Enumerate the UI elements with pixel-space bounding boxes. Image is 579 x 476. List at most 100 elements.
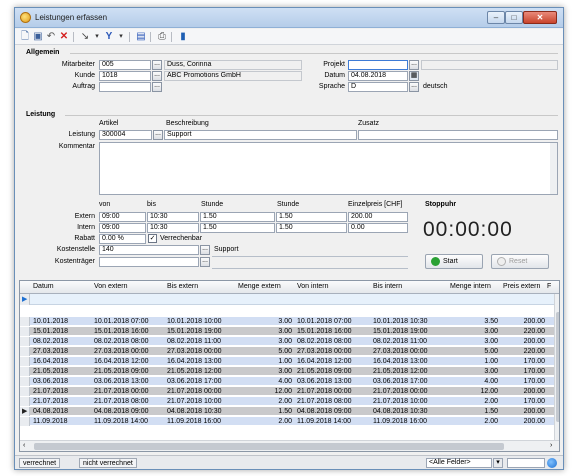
intern-bis-input[interactable]: 10:30 bbox=[147, 223, 199, 233]
search-icon[interactable] bbox=[547, 458, 557, 468]
row-indicator[interactable] bbox=[20, 417, 30, 426]
row-indicator[interactable] bbox=[20, 337, 30, 346]
intern-von-input[interactable]: 09:00 bbox=[99, 223, 146, 233]
search-input[interactable] bbox=[507, 458, 545, 468]
beschreibung-input[interactable]: Support bbox=[164, 130, 357, 140]
grid-vertical-scrollbar[interactable] bbox=[554, 294, 559, 440]
auftrag-input[interactable] bbox=[99, 82, 151, 92]
table-row[interactable]: 21.07.2018 21.07.2018 08:00 21.07.2018 10:… bbox=[20, 397, 554, 406]
scroll-left-icon[interactable]: ‹ bbox=[23, 442, 25, 449]
table-row[interactable]: 15.01.2018 15.01.2018 16:00 15.01.2018 19:… bbox=[20, 327, 554, 336]
sprache-lookup-button[interactable]: ... bbox=[409, 82, 419, 92]
mitarbeiter-input[interactable]: 005 bbox=[99, 60, 151, 70]
table-row[interactable]: 08.02.2018 08.02.2018 08:00 08.02.2018 11:… bbox=[20, 337, 554, 346]
grid-header-von-intern[interactable]: Von intern bbox=[297, 283, 329, 290]
extern-von-input[interactable]: 09:00 bbox=[99, 212, 146, 222]
grid-new-row[interactable]: ▶ bbox=[20, 294, 554, 305]
kostenstelle-input[interactable]: 140 bbox=[99, 245, 199, 255]
grid-header-menge-extern[interactable]: Menge extern bbox=[238, 283, 281, 290]
projekt-input[interactable] bbox=[348, 60, 408, 70]
datum-input[interactable]: 04.08.2018 bbox=[348, 71, 408, 81]
kostenstelle-lookup-button[interactable]: ... bbox=[200, 245, 210, 255]
filter-icon[interactable]: Y bbox=[103, 31, 115, 43]
extern-preis-input[interactable]: 200.00 bbox=[348, 212, 408, 222]
kunde-label: Kunde bbox=[74, 72, 95, 79]
grid-header-bis-intern[interactable]: Bis intern bbox=[373, 283, 402, 290]
field-filter-select[interactable]: <Alle Felder> bbox=[426, 458, 492, 468]
extern-stunde-input[interactable]: 1.50 bbox=[200, 212, 275, 222]
close-button[interactable]: ✕ bbox=[523, 11, 557, 24]
table-row[interactable]: 11.09.2018 11.09.2018 14:00 11.09.2018 16:… bbox=[20, 417, 554, 426]
tab-verrechnet[interactable]: verrechnet bbox=[19, 458, 61, 468]
verrechenbar-checkbox[interactable]: ✓ bbox=[148, 234, 157, 243]
table-row[interactable]: 21.07.2018 21.07.2018 00:00 21.07.2018 00:… bbox=[20, 387, 554, 396]
row-indicator[interactable] bbox=[20, 347, 30, 356]
grid-header-menge-intern[interactable]: Menge intern bbox=[450, 283, 491, 290]
kommentar-textarea[interactable] bbox=[99, 142, 558, 195]
intern-stunde-verr-input[interactable]: 1.50 bbox=[276, 223, 347, 233]
auftrag-lookup-button[interactable]: ... bbox=[152, 82, 162, 92]
save-icon[interactable]: ▣ bbox=[32, 31, 44, 43]
row-indicator[interactable] bbox=[20, 327, 30, 336]
scroll-right-icon[interactable]: › bbox=[550, 442, 552, 449]
cell-menge-extern: 1.50 bbox=[278, 408, 292, 415]
chevron-down-icon[interactable]: ▾ bbox=[91, 31, 103, 43]
rabatt-input[interactable]: 0.00 % bbox=[99, 234, 146, 244]
grid-horizontal-scroll-thumb[interactable] bbox=[34, 443, 504, 450]
grid-header-datum[interactable]: Datum bbox=[33, 283, 54, 290]
artikel-input[interactable]: 300004 bbox=[99, 130, 152, 140]
table-row[interactable]: ▶ 04.08.2018 04.08.2018 09:00 04.08.2018 10… bbox=[20, 407, 554, 416]
tab-nicht-verrechnet[interactable]: nicht verrechnet bbox=[79, 458, 137, 468]
kunde-lookup-button[interactable]: ... bbox=[152, 71, 162, 81]
table-row[interactable]: 03.06.2018 03.06.2018 13:00 03.06.2018 17:… bbox=[20, 377, 554, 386]
undo-icon[interactable]: ↶ bbox=[45, 31, 57, 43]
pointer-icon[interactable]: ↘ bbox=[79, 31, 91, 43]
zusatz-input[interactable] bbox=[358, 130, 558, 140]
reset-button[interactable]: Reset bbox=[491, 254, 549, 269]
table-row[interactable]: 27.03.2018 27.03.2018 00:00 27.03.2018 00:… bbox=[20, 347, 554, 356]
kostentraeger-input[interactable] bbox=[99, 257, 199, 267]
kostentraeger-lookup-button[interactable]: ... bbox=[200, 257, 210, 267]
projekt-lookup-button[interactable]: ... bbox=[409, 60, 419, 70]
kommentar-scrollbar[interactable] bbox=[550, 143, 557, 194]
intern-stunde-input[interactable]: 1.50 bbox=[200, 223, 275, 233]
row-indicator[interactable] bbox=[20, 317, 30, 326]
row-indicator[interactable] bbox=[20, 377, 30, 386]
cell-datum: 21.05.2018 bbox=[33, 368, 69, 375]
table-row[interactable]: 16.04.2018 16.04.2018 12:00 16.04.2018 13:… bbox=[20, 357, 554, 366]
info-icon[interactable]: ▮ bbox=[177, 31, 189, 43]
grid-header-von-extern[interactable]: Von extern bbox=[94, 283, 127, 290]
grid-horizontal-scrollbar[interactable]: ‹ › bbox=[20, 440, 559, 451]
grid-vertical-scroll-thumb[interactable] bbox=[556, 312, 559, 422]
kunde-input[interactable]: 1018 bbox=[99, 71, 151, 81]
calendar-icon[interactable]: ▦ bbox=[409, 71, 419, 81]
grid-header-f[interactable]: F bbox=[547, 283, 551, 290]
artikel-lookup-button[interactable]: ... bbox=[153, 130, 163, 140]
row-indicator[interactable] bbox=[20, 387, 30, 396]
chevron-down-icon[interactable]: ▾ bbox=[493, 458, 503, 468]
minimize-button[interactable]: – bbox=[487, 11, 505, 24]
new-doc-icon[interactable]: 🗋 bbox=[19, 31, 31, 43]
start-button[interactable]: Start bbox=[425, 254, 483, 269]
row-indicator[interactable]: ▶ bbox=[20, 407, 30, 416]
title-bar[interactable]: Leistungen erfassen – □ ✕ bbox=[15, 8, 563, 28]
delete-icon[interactable]: ✕ bbox=[58, 31, 70, 43]
extern-bis-input[interactable]: 10:30 bbox=[147, 212, 199, 222]
grid-header-preis-extern[interactable]: Preis extern bbox=[503, 283, 540, 290]
cell-menge-intern: 2.00 bbox=[484, 418, 498, 425]
sprache-input[interactable]: D bbox=[348, 82, 408, 92]
leistungen-grid[interactable]: Datum Von extern Bis extern Menge extern… bbox=[19, 280, 560, 452]
print-icon[interactable]: ⎙ bbox=[156, 31, 168, 43]
table-row[interactable]: 21.05.2018 21.05.2018 09:00 21.05.2018 12:… bbox=[20, 367, 554, 376]
chevron-down-icon[interactable]: ▾ bbox=[115, 31, 127, 43]
grid-header-bis-extern[interactable]: Bis extern bbox=[167, 283, 198, 290]
extern-stunde-verr-input[interactable]: 1.50 bbox=[276, 212, 347, 222]
intern-preis-input[interactable]: 0.00 bbox=[348, 223, 408, 233]
mitarbeiter-lookup-button[interactable]: ... bbox=[152, 60, 162, 70]
row-indicator[interactable] bbox=[20, 397, 30, 406]
row-indicator[interactable] bbox=[20, 367, 30, 376]
report-icon[interactable]: ▤ bbox=[135, 31, 147, 43]
maximize-button[interactable]: □ bbox=[505, 11, 523, 24]
row-indicator[interactable] bbox=[20, 357, 30, 366]
table-row[interactable]: 10.01.2018 10.01.2018 07:00 10.01.2018 10:… bbox=[20, 317, 554, 326]
